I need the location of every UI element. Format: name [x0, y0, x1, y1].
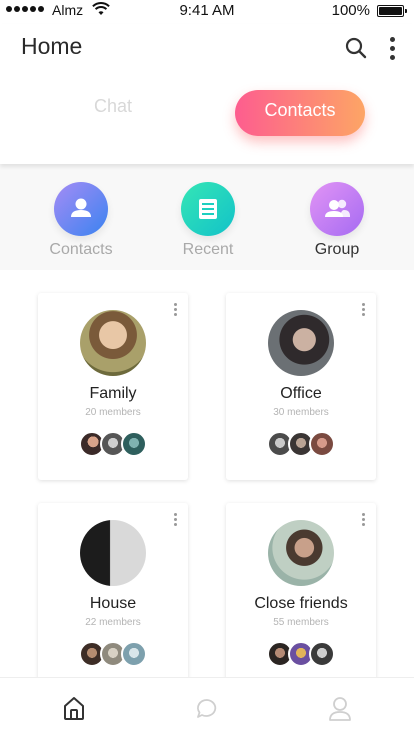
group-name: Office	[280, 385, 322, 402]
page-title: Home	[21, 33, 83, 59]
category-recent[interactable]: Recent	[163, 182, 253, 259]
group-card-house[interactable]: House 22 members	[38, 503, 188, 703]
category-group[interactable]: Group	[292, 182, 382, 259]
group-name: House	[89, 595, 137, 612]
avatar	[309, 641, 335, 667]
group-card-close-friends[interactable]: Close friends 55 members	[226, 503, 376, 703]
avatar	[268, 310, 334, 376]
group-name: Family	[89, 385, 137, 402]
avatar	[309, 431, 335, 457]
status-bar: Almz 9:41 AM 100%	[0, 0, 414, 22]
member-avatars	[38, 431, 188, 457]
tab-chat[interactable]: Chat	[80, 96, 146, 117]
battery-percentage: 100%	[331, 2, 370, 19]
card-more-icon[interactable]	[360, 513, 366, 529]
card-more-icon[interactable]	[172, 303, 178, 319]
person-icon	[54, 182, 108, 236]
category-label: Group	[314, 241, 360, 258]
home-icon[interactable]	[61, 694, 87, 722]
category-label: Recent	[182, 241, 234, 258]
member-count: 30 members	[273, 407, 329, 418]
member-count: 20 members	[85, 407, 141, 418]
group-card-office[interactable]: Office 30 members	[226, 293, 376, 480]
card-more-icon[interactable]	[360, 303, 366, 319]
group-card-family[interactable]: Family 20 members	[38, 293, 188, 480]
avatar	[80, 310, 146, 376]
member-avatars	[226, 641, 376, 667]
avatar	[268, 520, 334, 586]
chat-bubble-icon[interactable]	[194, 694, 220, 722]
app-header: Home Chat Contacts	[0, 24, 414, 164]
group-icon	[310, 182, 364, 236]
document-icon	[181, 182, 235, 236]
category-label: Contacts	[49, 241, 113, 258]
profile-icon[interactable]	[327, 694, 353, 722]
search-icon[interactable]	[344, 36, 368, 60]
tab-contacts[interactable]: Contacts	[235, 90, 365, 136]
member-count: 22 members	[85, 617, 141, 628]
member-avatars	[226, 431, 376, 457]
card-more-icon[interactable]	[172, 513, 178, 529]
category-strip: Contacts Recent Group	[0, 164, 414, 270]
more-options-icon[interactable]	[385, 36, 399, 62]
bottom-navigation	[0, 677, 414, 736]
member-count: 55 members	[273, 617, 329, 628]
category-contacts[interactable]: Contacts	[36, 182, 126, 259]
member-avatars	[38, 641, 188, 667]
avatar	[121, 641, 147, 667]
avatar	[80, 520, 146, 586]
avatar	[121, 431, 147, 457]
battery-icon	[377, 5, 407, 17]
group-name: Close friends	[254, 595, 348, 612]
